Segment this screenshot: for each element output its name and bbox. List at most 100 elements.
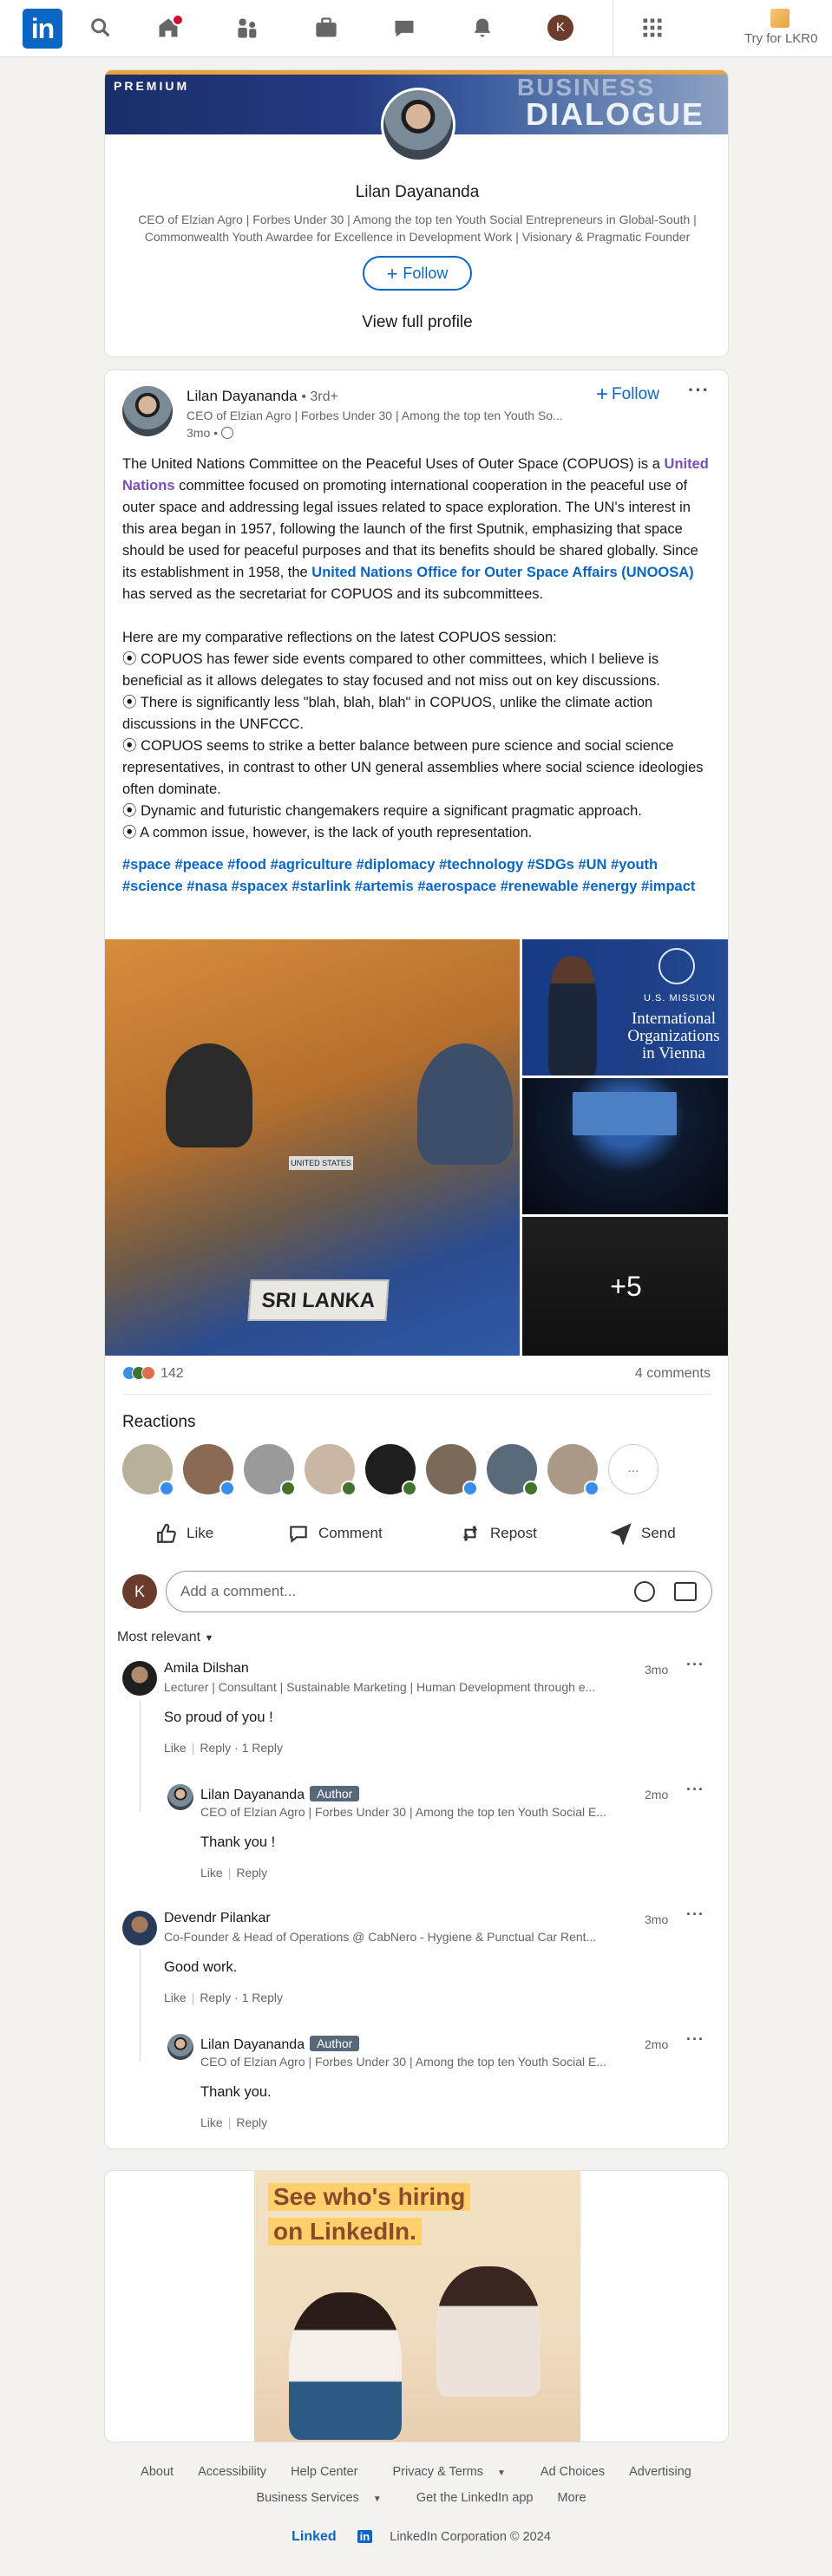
person-figure [166, 1043, 252, 1147]
profile-avatar[interactable] [381, 88, 455, 162]
post-bullet: ⦿ Dynamic and futuristic changemakers re… [122, 803, 642, 819]
view-full-profile-link[interactable]: View full profile [105, 313, 728, 332]
send-button[interactable]: Send [610, 1522, 676, 1545]
comment-text: Thank you. [200, 2084, 272, 2100]
unoosa-link[interactable]: United Nations Office for Outer Space Af… [311, 565, 693, 580]
caret-down-icon: ▼ [204, 1633, 214, 1644]
comment-options-icon[interactable]: ··· [686, 2030, 704, 2049]
comment-time: 3mo [645, 1663, 669, 1677]
replier-name[interactable]: Lilan Dayananda Author [200, 1786, 360, 1803]
post-card: Lilan Dayananda • 3rd+ CEO of Elzian Agr… [104, 369, 729, 2149]
reactor-avatar[interactable] [426, 1444, 478, 1496]
notifications-bell-icon[interactable] [467, 12, 498, 43]
post-image-4[interactable]: +5 [522, 1217, 728, 1356]
footer-link[interactable]: Ad Choices [540, 2465, 605, 2479]
footer-link[interactable]: Get the LinkedIn app [416, 2491, 534, 2505]
ad-headline: on LinkedIn. [268, 2218, 422, 2246]
comment-input[interactable]: Add a comment... [166, 1571, 712, 1612]
post-image-main[interactable]: UNITED STATES SRI LANKA [105, 939, 520, 1356]
repost-button[interactable]: Repost [459, 1522, 537, 1545]
apps-grid-icon[interactable] [637, 12, 668, 43]
post-image-2[interactable]: U.S. MISSION International Organizations… [522, 939, 728, 1076]
footer-link[interactable]: More [558, 2491, 586, 2505]
profile-name[interactable]: Lilan Dayananda [105, 183, 728, 202]
copyright: LinkedIn Corporation © 2024 [390, 2530, 551, 2544]
comment-options-icon[interactable]: ··· [686, 1656, 704, 1674]
more-images-overlay[interactable]: +5 [522, 1217, 728, 1356]
commenter-name[interactable]: Amila Dilshan [164, 1661, 249, 1677]
commenter-avatar[interactable] [122, 1661, 157, 1696]
comment-reply-button[interactable]: Reply [236, 2115, 267, 2129]
emoji-icon[interactable] [634, 1581, 655, 1602]
replier-headline: CEO of Elzian Agro | Forbes Under 30 | A… [200, 1805, 606, 1819]
replies-count[interactable]: · 1 Reply [234, 1991, 283, 2004]
footer-link[interactable]: Privacy & Terms ▼ [383, 2465, 516, 2479]
comment-like-button[interactable]: Like [164, 1991, 187, 2004]
replier-name[interactable]: Lilan Dayananda Author [200, 2036, 360, 2053]
home-icon[interactable] [153, 12, 184, 43]
post-image-3[interactable] [522, 1078, 728, 1214]
post-author-avatar[interactable] [122, 386, 173, 436]
follow-button[interactable]: + Follow [363, 256, 472, 291]
premium-trial-link[interactable]: Try for LKR0 [744, 31, 817, 46]
comment-reply-button[interactable]: Reply [200, 1991, 231, 2004]
commenter-name[interactable]: Devendr Pilankar [164, 1911, 271, 1926]
avatar-initial: K [547, 15, 573, 41]
comment-like-button[interactable]: Like [200, 1866, 223, 1880]
my-network-icon[interactable] [233, 12, 264, 43]
reactor-avatar[interactable] [547, 1444, 599, 1496]
footer-link[interactable]: Help Center [291, 2465, 357, 2479]
love-reaction-icon [141, 1366, 155, 1380]
reactor-avatar[interactable] [487, 1444, 539, 1496]
commenter-avatar[interactable] [122, 1911, 157, 1945]
replies-count[interactable]: · 1 Reply [234, 1741, 283, 1755]
comment-button[interactable]: Comment [287, 1522, 383, 1545]
footer-link[interactable]: Business Services ▼ [246, 2491, 391, 2505]
more-options-icon[interactable]: ··· [688, 379, 710, 402]
like-button[interactable]: Like [155, 1522, 213, 1545]
image-upload-icon[interactable] [674, 1582, 697, 1601]
notification-dot [172, 14, 184, 26]
ad-card[interactable]: See who's hiring on LinkedIn. [104, 2170, 729, 2442]
hashtags[interactable]: #space #peace #food #agriculture #diplom… [122, 854, 712, 898]
comments-count[interactable]: 4 comments [635, 1366, 711, 1382]
premium-icon[interactable] [770, 9, 789, 28]
ad-image[interactable]: See who's hiring on LinkedIn. [254, 2171, 580, 2442]
search-icon[interactable] [85, 12, 116, 43]
reactor-avatar[interactable] [183, 1444, 235, 1496]
footer-link[interactable]: Advertising [629, 2465, 691, 2479]
footer-link[interactable]: About [141, 2465, 174, 2479]
messaging-icon[interactable] [389, 12, 420, 43]
reactor-avatar[interactable] [244, 1444, 296, 1496]
replier-avatar[interactable] [167, 2034, 193, 2060]
reactor-avatar[interactable] [365, 1444, 417, 1496]
linkedin-logo-icon[interactable]: in [23, 9, 62, 49]
comment-reply-button[interactable]: Reply [200, 1741, 231, 1755]
linkedin-wordmark-logo: Linked in [281, 2529, 383, 2544]
reaction-count[interactable]: 142 [122, 1366, 184, 1382]
comment-like-button[interactable]: Like [200, 2115, 223, 2129]
seal-icon [658, 948, 695, 984]
post-timestamp: 3mo • [187, 426, 234, 440]
post-author-name[interactable]: Lilan Dayananda • 3rd+ [187, 388, 338, 405]
comment-options-icon[interactable]: ··· [686, 1906, 704, 1924]
jobs-icon[interactable] [311, 12, 342, 43]
profile-headline: CEO of Elzian Agro | Forbes Under 30 | A… [138, 212, 697, 244]
comment-options-icon[interactable]: ··· [686, 1781, 704, 1799]
connection-degree: • 3rd+ [301, 389, 338, 404]
caret-down-icon: ▼ [496, 2468, 506, 2478]
comment-time: 2mo [645, 2037, 669, 2051]
reactor-avatar[interactable] [305, 1444, 357, 1496]
reactor-avatar[interactable] [122, 1444, 174, 1496]
plus-icon: + [386, 263, 398, 284]
comment-like-button[interactable]: Like [164, 1741, 187, 1755]
more-reactions-button[interactable]: ... [608, 1444, 658, 1494]
post-follow-button[interactable]: + Follow [596, 382, 659, 407]
comment-actions: Like | Reply [200, 2115, 268, 2129]
footer-link[interactable]: Accessibility [198, 2465, 266, 2479]
me-avatar[interactable]: K [545, 12, 576, 43]
sort-comments-dropdown[interactable]: Most relevant ▼ [117, 1630, 213, 1645]
comment-reply-button[interactable]: Reply [236, 1866, 267, 1880]
top-nav: in K Try for LKR0 [0, 0, 832, 57]
replier-avatar[interactable] [167, 1784, 193, 1810]
